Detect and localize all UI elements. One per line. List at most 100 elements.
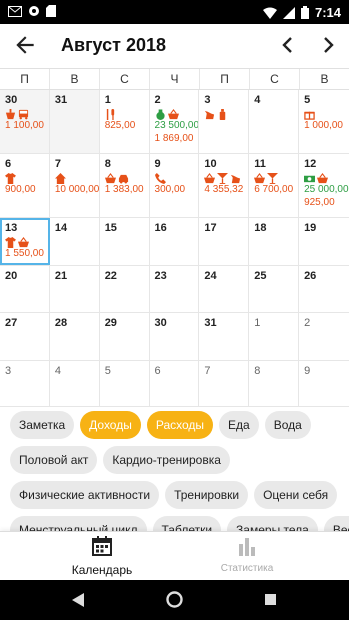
cocktail-icon [217, 171, 229, 184]
filter-chip[interactable]: Таблетки [152, 516, 222, 531]
calendar-day-today[interactable]: 13 1 550,00 [0, 218, 50, 265]
food-icon [5, 107, 16, 120]
day-category-icons [5, 235, 49, 248]
day-number: 17 [204, 222, 217, 234]
calendar-day[interactable]: 9 300,00 [150, 154, 200, 217]
calendar-day[interactable]: 30 [150, 313, 200, 360]
filter-chip[interactable]: Кардио-тренировка [103, 446, 230, 474]
back-triangle-icon[interactable] [72, 593, 84, 607]
filter-chip[interactable]: Оцени себя [254, 481, 338, 509]
filter-chip[interactable]: Вес [323, 516, 349, 531]
calendar-day[interactable]: 1 825,00 [100, 90, 150, 153]
calendar-day[interactable]: 29 [100, 313, 150, 360]
day-number: 23 [154, 270, 167, 282]
filter-chip[interactable]: Еда [219, 411, 259, 439]
expense-amount: 900,00 [5, 184, 36, 195]
calendar-week-row: 20 21 22 23 24 25 26 [0, 266, 349, 313]
basket-icon [18, 235, 29, 248]
income-amount: 23 500,00 [154, 120, 200, 131]
calendar-day[interactable]: 4 [249, 90, 300, 153]
calendar-day[interactable]: 17 [199, 218, 250, 265]
calendar-day[interactable]: 16 [150, 218, 200, 265]
chevron-left-icon[interactable] [278, 33, 298, 57]
home-circle-icon[interactable] [166, 591, 183, 608]
calendar-day[interactable]: 23 [150, 266, 200, 312]
filter-chip[interactable]: Заметка [10, 411, 75, 439]
settings-icon [29, 6, 39, 16]
shirt-icon [5, 171, 16, 184]
filter-chip[interactable]: Вода [264, 411, 311, 439]
calendar-day[interactable]: 4 [50, 361, 100, 406]
calendar-day[interactable]: 10 4 355,32 [199, 154, 250, 217]
calendar-day[interactable]: 31 [199, 313, 250, 360]
day-number: 15 [104, 222, 117, 234]
calendar-day[interactable]: 6 [150, 361, 200, 406]
recents-square-icon[interactable] [265, 594, 276, 605]
weekday-label: Ч [150, 69, 200, 89]
expense-amount: 1 100,00 [5, 120, 44, 131]
filter-chip[interactable]: Тренировки [165, 481, 249, 509]
day-number: 10 [204, 158, 217, 170]
calendar-day[interactable]: 26 [299, 266, 349, 312]
chip-row: Заметка Доходы Расходы Еда Вода [10, 411, 349, 439]
calendar-day[interactable]: 30 1 100,00 [0, 90, 50, 153]
calendar-day[interactable]: 5 1 000,00 [299, 90, 349, 153]
calendar-day[interactable]: 27 [0, 313, 50, 360]
filter-chip[interactable]: Расходы [146, 411, 214, 439]
calendar-day[interactable]: 3 [0, 361, 50, 406]
calendar-day[interactable]: 31 [49, 90, 100, 153]
expense-amount: 925,00 [304, 197, 335, 208]
filter-chip[interactable]: Физические активности [10, 481, 160, 509]
day-number: 6 [154, 365, 161, 377]
calendar-day[interactable]: 6 900,00 [0, 154, 50, 217]
calendar-day[interactable]: 19 [299, 218, 349, 265]
weekday-label: П [0, 69, 50, 89]
calendar-day[interactable]: 1 [249, 313, 300, 360]
day-number: 1 [104, 94, 111, 106]
calendar-day[interactable]: 5 [100, 361, 150, 406]
expense-amount: 10 000,00 [54, 184, 100, 195]
nav-statistics[interactable]: Статистика [160, 536, 334, 574]
calendar-day[interactable]: 22 [100, 266, 150, 312]
day-category-icons [5, 107, 49, 120]
day-category-icons [154, 171, 199, 184]
day-number: 9 [154, 158, 161, 170]
calendar-day[interactable]: 20 [0, 266, 50, 312]
calendar-day[interactable]: 7 [199, 361, 250, 406]
chevron-right-icon[interactable] [318, 33, 338, 57]
cocktail-icon [267, 171, 279, 184]
calendar-day[interactable]: 2 [299, 313, 349, 360]
calendar-day[interactable]: 11 6 700,00 [249, 154, 300, 217]
calendar-day[interactable]: 8 1 383,00 [100, 154, 150, 217]
day-number: 18 [254, 222, 267, 234]
filter-chip[interactable]: Доходы [80, 411, 141, 439]
calendar-day[interactable]: 12 25 000,00 925,00 [299, 154, 349, 217]
calendar-day[interactable]: 8 [249, 361, 300, 406]
calendar-day[interactable]: 7 10 000,00 [50, 154, 100, 217]
filter-chip[interactable]: Замеры тела [227, 516, 318, 531]
calendar-day[interactable]: 28 [50, 313, 100, 360]
day-number: 5 [304, 94, 311, 106]
calendar-day[interactable]: 14 [50, 218, 100, 265]
day-number: 11 [254, 158, 266, 170]
status-bar: 7:14 [0, 0, 349, 24]
calendar-day[interactable]: 21 [50, 266, 100, 312]
day-category-icons [254, 171, 298, 184]
day-number: 25 [254, 270, 267, 282]
filter-chip[interactable]: Менструальный цикл [10, 516, 147, 531]
calendar-day[interactable]: 15 [100, 218, 150, 265]
day-category-icons [304, 171, 349, 184]
basket-icon [317, 171, 329, 184]
filter-chip[interactable]: Половой акт [10, 446, 98, 474]
back-arrow-icon[interactable] [12, 32, 38, 58]
day-category-icons [5, 171, 49, 184]
calendar-day[interactable]: 24 [199, 266, 250, 312]
chip-row: Менструальный цикл Таблетки Замеры тела Вес [10, 516, 349, 531]
calendar-day[interactable]: 18 [249, 218, 300, 265]
expense-amount: 825,00 [104, 120, 136, 131]
pet-icon [204, 107, 215, 120]
calendar-day[interactable]: 25 [249, 266, 300, 312]
calendar-day[interactable]: 9 [299, 361, 349, 406]
calendar-day[interactable]: 3 [199, 90, 250, 153]
calendar-day[interactable]: 2 23 500,00 1 869,00 [150, 90, 200, 153]
